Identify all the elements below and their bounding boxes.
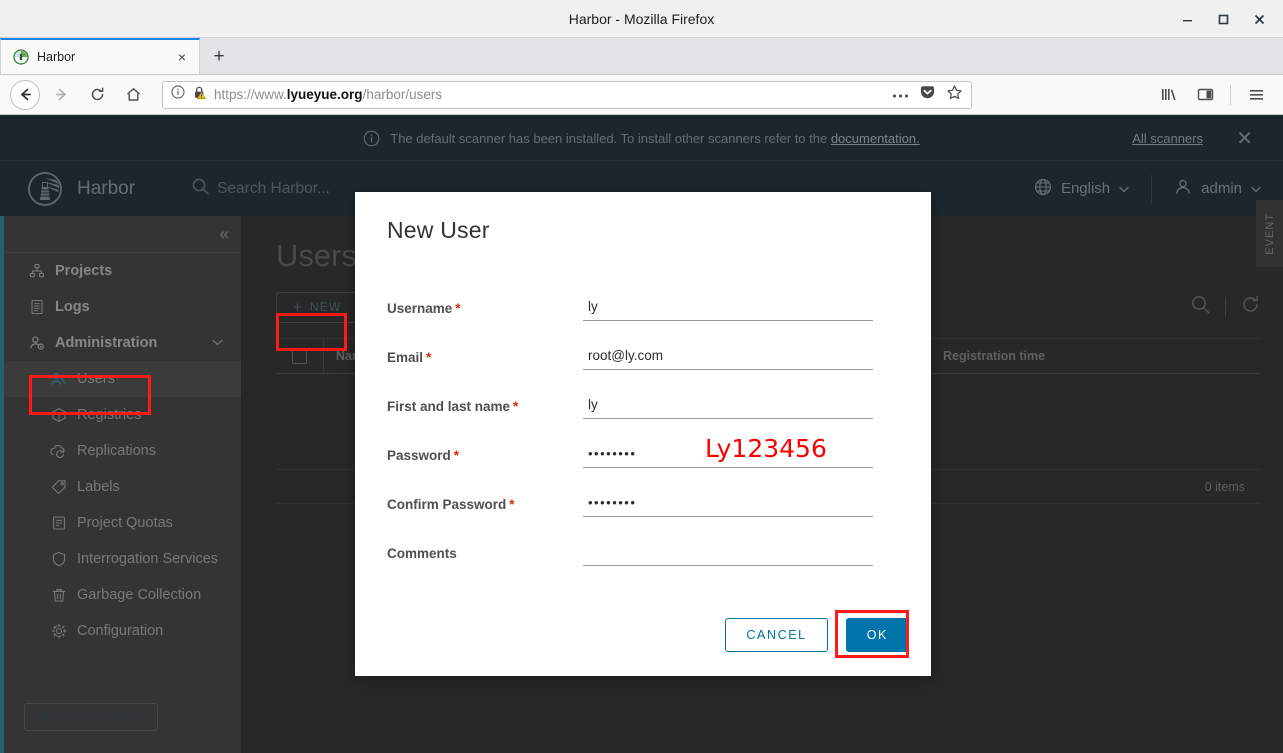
label-text: First and last name: [387, 399, 511, 414]
page-actions-icon[interactable]: [892, 86, 909, 104]
form-row-confirm-password: Confirm Password *: [387, 492, 873, 517]
browser-tab-harbor[interactable]: Harbor ×: [0, 38, 200, 74]
form-row-fullname: First and last name *: [387, 394, 873, 419]
url-domain: lyueyue.org: [286, 87, 363, 102]
page-info-icon[interactable]: [171, 85, 185, 104]
url-bar[interactable]: https://www.lyueyue.org/harbor/users: [162, 80, 972, 109]
comments-input[interactable]: [583, 541, 873, 566]
field-label-fullname: First and last name *: [387, 394, 583, 414]
field-wrap-password: Ly123456: [583, 434, 873, 468]
toolbar-divider: [1230, 84, 1231, 105]
new-user-modal: New User Username* Email* First and last…: [355, 192, 931, 676]
email-input[interactable]: [583, 345, 873, 370]
label-text: Comments: [387, 546, 457, 561]
required-asterisk: *: [426, 350, 432, 365]
field-wrap-username: [583, 296, 873, 321]
minimize-icon[interactable]: [1169, 4, 1205, 34]
field-label-username: Username *: [387, 296, 583, 316]
label-text: Confirm Password: [387, 497, 507, 512]
field-wrap-confirm-password: [583, 492, 873, 517]
field-wrap-fullname: [583, 394, 873, 419]
field-label-password: Password *: [387, 443, 583, 463]
label-text: Username: [387, 301, 453, 316]
url-actions: [892, 84, 963, 106]
form-row-comments: Comments: [387, 541, 873, 566]
browser-navbar: https://www.lyueyue.org/harbor/users: [0, 75, 1283, 115]
required-asterisk: *: [455, 301, 461, 316]
required-asterisk: *: [513, 399, 519, 414]
app-root: Harbor - Mozilla Firefox Harbor × + http…: [0, 0, 1283, 753]
modal-footer: CANCEL OK: [355, 618, 931, 676]
window-titlebar: Harbor - Mozilla Firefox: [0, 0, 1283, 38]
back-button[interactable]: [10, 79, 40, 110]
form-row-password: Password* Ly123456: [387, 434, 873, 468]
tab-strip: Harbor × +: [0, 38, 1283, 75]
tab-title: Harbor: [37, 50, 76, 64]
sidebar-icon[interactable]: [1190, 80, 1220, 110]
label-text: Password: [387, 448, 451, 463]
field-label-confirm-password: Confirm Password *: [387, 492, 583, 512]
forward-button[interactable]: [46, 80, 76, 110]
hamburger-menu-icon[interactable]: [1241, 80, 1271, 110]
new-tab-button[interactable]: +: [200, 40, 238, 74]
browser-toolbar-right: [1154, 80, 1273, 110]
home-button[interactable]: [118, 80, 148, 110]
reload-button[interactable]: [82, 80, 112, 110]
harbor-favicon: [13, 49, 29, 65]
form-row-username: Username *: [387, 296, 873, 321]
insecure-lock-warning-icon[interactable]: [192, 85, 207, 105]
bookmark-star-icon[interactable]: [946, 84, 963, 106]
pocket-icon[interactable]: [919, 84, 936, 106]
field-wrap-comments: [583, 541, 873, 566]
ok-button[interactable]: OK: [845, 618, 909, 652]
password-annotation: Ly123456: [705, 434, 827, 463]
confirm-password-input[interactable]: [583, 492, 873, 517]
cancel-button[interactable]: CANCEL: [725, 618, 828, 652]
maximize-icon[interactable]: [1205, 4, 1241, 34]
window-controls: [1169, 0, 1277, 38]
modal-title: New User: [387, 217, 490, 243]
field-label-email: Email *: [387, 345, 583, 365]
fullname-input[interactable]: [583, 394, 873, 419]
tab-close-icon[interactable]: ×: [173, 48, 191, 66]
username-input[interactable]: [583, 296, 873, 321]
modal-body: Username* Email* First and last name* Pa…: [355, 244, 931, 618]
field-label-comments: Comments: [387, 541, 583, 561]
window-title: Harbor - Mozilla Firefox: [568, 10, 715, 27]
field-wrap-email: [583, 345, 873, 370]
url-path: /harbor/users: [362, 87, 443, 102]
required-asterisk: *: [453, 448, 460, 463]
label-text: Email: [387, 350, 424, 365]
url-text: https://www.lyueyue.org/harbor/users: [214, 87, 442, 102]
required-asterisk: *: [509, 497, 515, 512]
library-icon[interactable]: [1154, 80, 1184, 110]
close-icon[interactable]: [1241, 4, 1277, 34]
url-scheme: https://www.: [214, 87, 287, 102]
form-row-email: Email *: [387, 345, 873, 370]
